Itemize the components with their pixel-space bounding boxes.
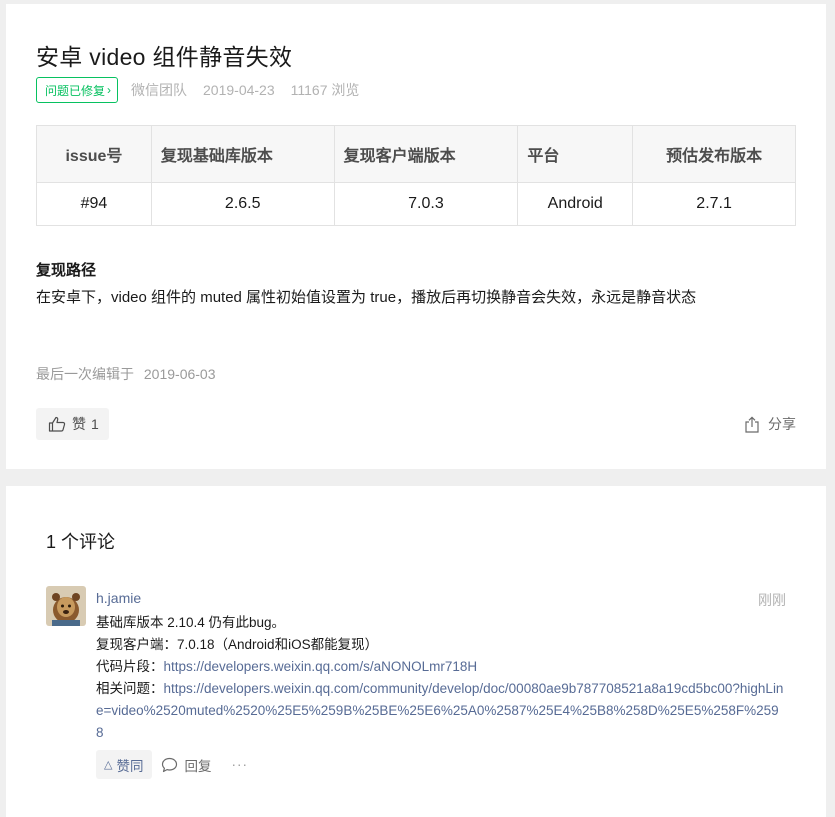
- status-label: 问题已修复: [45, 83, 106, 98]
- last-edited-date: 2019-06-03: [143, 366, 216, 382]
- comment-line: 复现客户端：7.0.18（Android和iOS都能复现）: [96, 637, 379, 652]
- comment-body: 基础库版本 2.10.4 仍有此bug。 复现客户端：7.0.18（Androi…: [96, 612, 786, 744]
- comment-actions: △ 赞同 回复 ···: [96, 750, 248, 779]
- table-header-cell: 平台: [517, 125, 634, 183]
- table-header-row: issue号 复现基础库版本 复现客户端版本 平台 预估发布版本: [36, 125, 796, 183]
- comment-line: 相关问题：https://developers.weixin.qq.com/co…: [96, 678, 786, 744]
- post-meta: 问题已修复 › 微信团队 2019-04-23 11167 浏览: [36, 77, 375, 103]
- agree-button[interactable]: △ 赞同: [96, 750, 153, 779]
- related-label: 相关问题：: [96, 681, 164, 696]
- table-row: #94 2.6.5 7.0.3 Android 2.7.1: [36, 182, 796, 226]
- post-views: 11167 浏览: [290, 82, 360, 98]
- table-header-cell: issue号: [36, 125, 152, 183]
- avatar-image: [46, 586, 86, 626]
- post-author: 微信团队: [131, 82, 188, 98]
- avatar[interactable]: [46, 586, 86, 626]
- thumbs-up-icon: [48, 416, 66, 432]
- like-button[interactable]: 赞 1: [36, 408, 109, 440]
- repro-body: 在安卓下，video 组件的 muted 属性初始值设置为 true，播放后再切…: [36, 289, 697, 306]
- table-cell: 7.0.3: [333, 182, 519, 226]
- speech-bubble-icon: [162, 757, 178, 772]
- comments-title: 1 个评论: [46, 532, 116, 552]
- snippet-link[interactable]: https://developers.weixin.qq.com/s/aNONO…: [164, 659, 478, 674]
- last-edited-label: 最后一次编辑于: [36, 366, 134, 382]
- share-button[interactable]: 分享: [744, 414, 796, 434]
- table-cell: Android: [517, 182, 634, 226]
- repro-heading: 复现路径: [36, 262, 97, 279]
- share-icon: [745, 415, 759, 433]
- table-header-cell: 复现客户端版本: [333, 125, 519, 183]
- reply-label: 回复: [184, 758, 212, 774]
- more-options-button[interactable]: ···: [231, 757, 248, 772]
- like-label: 赞: [72, 416, 86, 432]
- table-cell: 2.6.5: [150, 182, 335, 226]
- post-date: 2019-04-23: [203, 82, 275, 98]
- comments-card: 1 个评论 h.jamie 刚刚 基础库版本 2.10.4 仍有此bug。 复现…: [6, 486, 826, 817]
- post-title: 安卓 video 组件静音失效: [36, 44, 293, 70]
- table-cell: #94: [36, 182, 152, 226]
- share-label: 分享: [768, 416, 796, 432]
- comment-time: 刚刚: [758, 592, 786, 608]
- issue-table: issue号 复现基础库版本 复现客户端版本 平台 预估发布版本 #94 2.6…: [36, 125, 796, 226]
- table-header-cell: 预估发布版本: [632, 125, 796, 183]
- related-link[interactable]: https://developers.weixin.qq.com/communi…: [96, 681, 783, 740]
- post-card: 安卓 video 组件静音失效 问题已修复 › 微信团队 2019-04-23 …: [6, 4, 826, 469]
- snippet-label: 代码片段：: [96, 659, 164, 674]
- table-cell: 2.7.1: [632, 182, 796, 226]
- status-badge[interactable]: 问题已修复 ›: [36, 77, 119, 103]
- reply-button[interactable]: 回复: [161, 755, 211, 775]
- like-count: 1: [91, 416, 99, 432]
- triangle-up-icon: △: [104, 759, 113, 771]
- chevron-right-icon: ›: [107, 83, 112, 97]
- comment-line: 代码片段：https://developers.weixin.qq.com/s/…: [96, 656, 786, 678]
- comment-username[interactable]: h.jamie: [96, 590, 141, 606]
- agree-label: 赞同: [116, 758, 144, 774]
- comment-line: 基础库版本 2.10.4 仍有此bug。: [96, 615, 286, 630]
- table-header-cell: 复现基础库版本: [150, 125, 335, 183]
- last-edited: 最后一次编辑于 2019-06-03: [36, 364, 222, 384]
